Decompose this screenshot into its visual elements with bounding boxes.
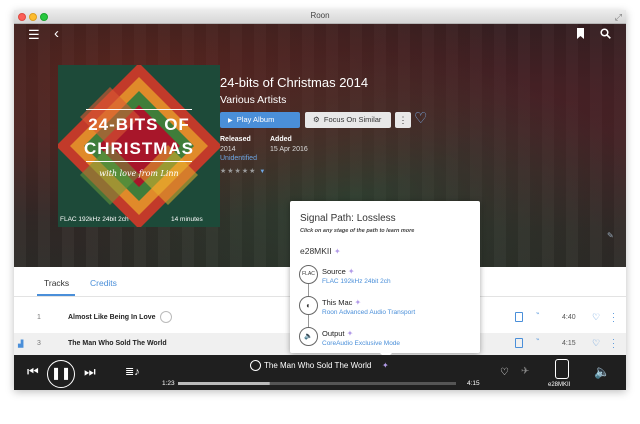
cover-subtitle: with love from Linn xyxy=(99,169,179,178)
added-value: 15 Apr 2016 xyxy=(270,146,308,153)
released-value: 2014 xyxy=(220,146,236,153)
album-duration: 14 minutes xyxy=(171,216,203,223)
track-duration: 4:40 xyxy=(562,314,576,321)
next-track-icon[interactable]: ⏭ xyxy=(84,364,96,380)
album-format: FLAC 192kHz 24bit 2ch xyxy=(60,216,129,223)
previous-track-icon[interactable]: ⏮ xyxy=(27,364,39,380)
track-more-icon[interactable]: · · · xyxy=(612,309,615,326)
track-more-icon[interactable]: · · · xyxy=(612,335,615,352)
favorite-heart-icon[interactable]: ♡ xyxy=(414,109,427,127)
album-title: 24-bits of Christmas 2014 xyxy=(220,75,369,90)
more-options-button[interactable]: ⋮ xyxy=(395,112,411,128)
signal-stage-label[interactable]: Source ✦ xyxy=(322,267,355,276)
gear-icon: ⚙ xyxy=(313,115,320,124)
quality-star-icon: ✦ xyxy=(347,267,355,276)
menu-icon[interactable]: ☰ xyxy=(28,28,40,41)
signal-path-quality: Lossless xyxy=(356,213,396,224)
cover-rule xyxy=(86,109,192,110)
play-icon: ▶ xyxy=(228,118,233,124)
signal-path-title: Signal Path: Lossless xyxy=(300,213,396,224)
signal-stage-label[interactable]: This Mac ✦ xyxy=(322,298,361,307)
flac-icon[interactable]: FLAC xyxy=(299,265,318,284)
signal-path-hint: Click on any stage of the path to learn … xyxy=(300,228,415,234)
cover-rule xyxy=(86,161,192,162)
speaker-half-icon[interactable]: ◐ xyxy=(299,296,318,315)
track-duration: 4:15 xyxy=(562,340,576,347)
pause-button[interactable]: ❚❚ xyxy=(47,360,75,388)
stage-mac-label: This Mac xyxy=(322,298,353,307)
signal-path-star-icon[interactable]: ✦ xyxy=(382,361,389,370)
zone-speaker-icon[interactable] xyxy=(555,359,569,379)
stage-mac-value[interactable]: Roon Advanced Audio Transport xyxy=(322,309,415,316)
identification-status[interactable]: Unidentified xyxy=(220,155,257,162)
stage-source-value[interactable]: FLAC 192kHz 24bit 2ch xyxy=(322,278,391,285)
track-title[interactable]: Almost Like Being In Love xyxy=(68,314,156,321)
tab-credits[interactable]: Credits xyxy=(90,278,117,288)
window-title: Roon xyxy=(310,11,330,20)
now-playing-heart-icon[interactable]: ♡ xyxy=(500,367,509,378)
bookmark-icon[interactable] xyxy=(576,28,585,43)
file-icon[interactable] xyxy=(515,338,523,348)
lyrics-quote-icon[interactable]: ‶ xyxy=(536,337,539,348)
pause-icon: ❚❚ xyxy=(50,366,72,380)
cover-title-line2: CHRISTMAS xyxy=(83,139,195,158)
signal-path-title-prefix: Signal Path: xyxy=(300,213,354,224)
stage-output-value[interactable]: CoreAudio Exclusive Mode xyxy=(322,340,400,347)
track-title[interactable]: The Man Who Sold The World xyxy=(68,340,167,347)
chevron-down-icon[interactable]: ▼ xyxy=(259,169,266,175)
stage-output-label: Output xyxy=(322,329,345,338)
add-to-queue-icon[interactable] xyxy=(160,311,172,323)
zone-name[interactable]: e28MKII xyxy=(548,382,570,388)
album-cover[interactable]: 24-BITS OF CHRISTMAS with love from Linn xyxy=(58,65,220,227)
radio-icon[interactable]: ✈ xyxy=(521,366,529,377)
lyrics-quote-icon[interactable]: ‶ xyxy=(536,311,539,322)
stage-source-label: Source xyxy=(322,267,346,276)
signal-zone-name: e28MKII xyxy=(300,246,332,256)
fullscreen-icon[interactable]: ⤢ xyxy=(615,12,622,23)
track-number: 3 xyxy=(37,340,41,347)
focus-label: Focus On Similar xyxy=(323,115,382,124)
back-arrow-icon[interactable]: ‹ xyxy=(54,26,59,41)
signal-path-popup[interactable]: Signal Path: Lossless Click on any stage… xyxy=(290,201,480,359)
app-window: Roon ⤢ ☰ ‹ 24-BITS OF CHRISTMAS with lov… xyxy=(14,10,626,390)
signal-path-zone: e28MKII ✦ xyxy=(300,246,341,256)
album-artist[interactable]: Various Artists xyxy=(220,94,286,106)
file-icon[interactable] xyxy=(515,312,523,322)
play-album-label: Play Album xyxy=(236,115,275,124)
track-number: 1 xyxy=(37,314,41,321)
queue-icon[interactable]: ≣♪ xyxy=(125,365,140,378)
track-heart-icon[interactable]: ♡ xyxy=(592,338,600,349)
volume-icon[interactable]: 🔈 xyxy=(594,364,610,380)
now-playing-indicator-icon: ▟ xyxy=(18,341,24,348)
quality-star-icon: ✦ xyxy=(346,329,354,338)
speaker-icon[interactable]: 🔈 xyxy=(299,327,318,346)
title-bar: Roon ⤢ xyxy=(14,10,626,24)
signal-stage-label[interactable]: Output ✦ xyxy=(322,329,353,338)
playback-position: 1:23 xyxy=(162,380,175,387)
player-bar: ⏮ ❚❚ ⏭ ≣♪ The Man Who Sold The World ✦ 1… xyxy=(14,355,626,390)
rating-stars-glyphs: ★★★★★ xyxy=(220,168,257,175)
edit-pencil-icon[interactable]: ✎ xyxy=(607,231,614,240)
focus-on-similar-button[interactable]: ⚙ Focus On Similar xyxy=(305,112,391,128)
quality-star-icon: ✦ xyxy=(354,298,362,307)
play-album-button[interactable]: ▶ Play Album xyxy=(220,112,300,128)
rating-stars[interactable]: ★★★★★ ▼ xyxy=(220,167,266,175)
now-playing-title[interactable]: The Man Who Sold The World xyxy=(264,361,371,370)
search-icon[interactable] xyxy=(600,28,611,41)
waveform-seekbar[interactable] xyxy=(178,380,456,387)
quality-star-icon: ✦ xyxy=(334,247,341,256)
track-heart-icon[interactable]: ♡ xyxy=(592,312,600,323)
album-art-mini-icon[interactable] xyxy=(250,360,261,371)
added-label: Added xyxy=(270,136,292,143)
track-total-time: 4:15 xyxy=(467,380,480,387)
released-label: Released xyxy=(220,136,251,143)
cover-title-line1: 24-BITS OF xyxy=(88,115,190,134)
tab-tracks[interactable]: Tracks xyxy=(44,278,69,288)
